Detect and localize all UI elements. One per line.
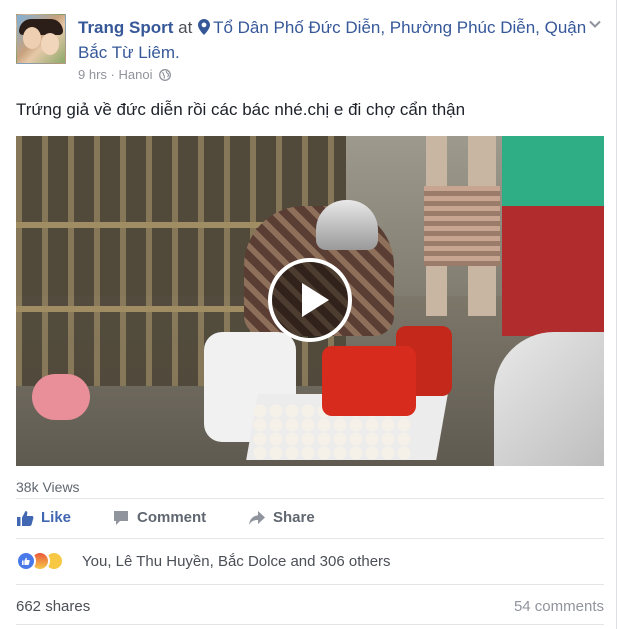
video-pink-bag (32, 374, 90, 420)
video-view-count: 38k Views (16, 479, 80, 495)
post-place[interactable]: Hanoi (119, 67, 153, 82)
video-helmet (316, 200, 378, 250)
post-meta: 9 hrs · Hanoi (78, 67, 172, 83)
reactions-summary[interactable]: You, Lê Thu Huyền, Bắc Dolce and 306 oth… (16, 549, 604, 575)
author-name[interactable]: Trang Sport (78, 18, 173, 37)
chevron-down-icon[interactable] (588, 17, 602, 31)
post-stats: 662 shares 54 comments (16, 596, 604, 618)
like-reaction-icon[interactable] (16, 551, 36, 571)
comments-count[interactable]: 54 comments (514, 598, 604, 615)
shares-count[interactable]: 662 shares (16, 598, 90, 615)
post-header: Trang Sport at Tổ Dân Phố Đức Diễn, Phườ… (16, 14, 606, 86)
video-red-basket (322, 346, 416, 416)
thumbs-up-icon (17, 511, 34, 526)
video-checked-shorts (424, 186, 500, 266)
divider (16, 538, 604, 539)
author-avatar[interactable] (16, 14, 66, 64)
comment-label: Comment (137, 509, 207, 526)
meta-dot: · (110, 67, 115, 82)
globe-icon[interactable] (159, 69, 172, 81)
divider (16, 584, 604, 585)
video-scooter (494, 332, 604, 466)
comment-icon (114, 511, 128, 525)
post-title-line: Trang Sport at Tổ Dân Phố Đức Diễn, Phườ… (78, 15, 588, 65)
video-player[interactable] (16, 136, 604, 466)
thumbs-up-icon (22, 557, 30, 565)
avatar-face-right (41, 33, 59, 55)
play-icon (302, 283, 329, 317)
share-arrow-icon (249, 511, 265, 525)
at-word: at (178, 18, 193, 37)
like-label: Like (41, 509, 72, 526)
share-label: Share (273, 509, 315, 526)
action-bar: Like Comment Share (16, 504, 604, 532)
video-standing-woman (502, 136, 604, 336)
post-text: Trứng giả về đức diễn rồi các bác nhé.ch… (16, 100, 466, 119)
play-button[interactable] (268, 258, 352, 342)
divider (16, 624, 604, 625)
post-card: Trang Sport at Tổ Dân Phố Đức Diễn, Phườ… (0, 0, 617, 629)
avatar-face-left (23, 27, 41, 49)
divider (16, 498, 604, 499)
reactions-text[interactable]: You, Lê Thu Huyền, Bắc Dolce and 306 oth… (82, 552, 391, 572)
post-time[interactable]: 9 hrs (78, 67, 107, 82)
location-pin-icon (198, 19, 211, 35)
